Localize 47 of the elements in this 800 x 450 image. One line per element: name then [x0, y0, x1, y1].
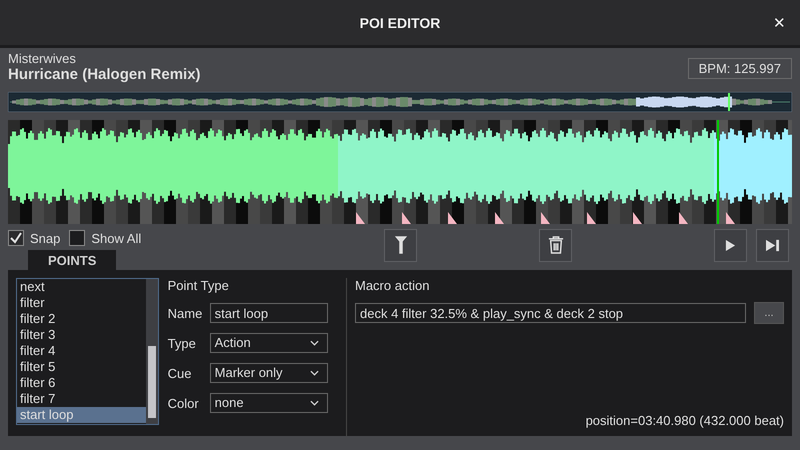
- waveform-drawing[interactable]: [8, 120, 792, 224]
- browse-button[interactable]: ...: [754, 302, 784, 324]
- filter-icon[interactable]: [394, 235, 408, 255]
- list-item[interactable]: start loop: [17, 407, 146, 423]
- section-heading: Macro action: [355, 278, 430, 295]
- play-button[interactable]: [714, 228, 747, 262]
- list-item[interactable]: next: [17, 279, 146, 295]
- field-label: Cue: [168, 366, 192, 380]
- input-field[interactable]: deck 4 filter 32.5% & play_sync & deck 2 stop: [355, 303, 746, 323]
- delete-button[interactable]: [539, 228, 572, 262]
- input-field[interactable]: start loop: [210, 303, 328, 323]
- position-readout: position=03:40.980 (432.000 beat): [586, 413, 784, 428]
- list-item[interactable]: filter: [17, 295, 146, 311]
- close-button[interactable]: ✕: [773, 14, 786, 32]
- skip-next-button[interactable]: [756, 228, 789, 262]
- list-item[interactable]: filter 3: [17, 327, 146, 343]
- list-item[interactable]: filter 7: [17, 391, 146, 407]
- chevron-down-icon[interactable]: [310, 370, 319, 376]
- checkbox[interactable]: [8, 230, 24, 246]
- window-title: POI EDITOR: [360, 14, 440, 30]
- chevron-down-icon[interactable]: [310, 400, 319, 406]
- tab[interactable]: POINTS: [28, 250, 116, 270]
- field-label: Name: [168, 306, 204, 320]
- list-item[interactable]: filter 4: [17, 343, 146, 359]
- filter-button[interactable]: [384, 228, 417, 262]
- section-heading: Point Type: [168, 278, 230, 295]
- scrollbar-thumb[interactable]: [148, 346, 156, 418]
- list-item[interactable]: filter 2: [17, 311, 146, 327]
- skip-next-icon[interactable]: [765, 238, 780, 252]
- track-title: Hurricane (Halogen Remix): [8, 66, 201, 83]
- scrollbar[interactable]: [146, 279, 158, 424]
- trash-icon[interactable]: [548, 236, 564, 254]
- field-label: Type: [168, 336, 197, 350]
- artist-name: Misterwives: [8, 51, 77, 66]
- list-item[interactable]: filter 5: [17, 359, 146, 375]
- chevron-down-icon[interactable]: [310, 340, 319, 346]
- checkbox-label[interactable]: Show All: [91, 230, 142, 246]
- dropdown[interactable]: Action: [210, 333, 328, 353]
- dropdown[interactable]: Marker only: [210, 363, 328, 383]
- list-item[interactable]: filter 6: [17, 375, 146, 391]
- play-icon[interactable]: [725, 238, 736, 252]
- field-label: Color: [168, 396, 200, 410]
- overview-waveform-drawing[interactable]: [8, 92, 792, 112]
- checkbox-label[interactable]: Snap: [30, 230, 60, 246]
- checkbox[interactable]: [69, 230, 86, 246]
- bpm-display: BPM: 125.997: [688, 58, 792, 79]
- dropdown[interactable]: none: [210, 393, 328, 413]
